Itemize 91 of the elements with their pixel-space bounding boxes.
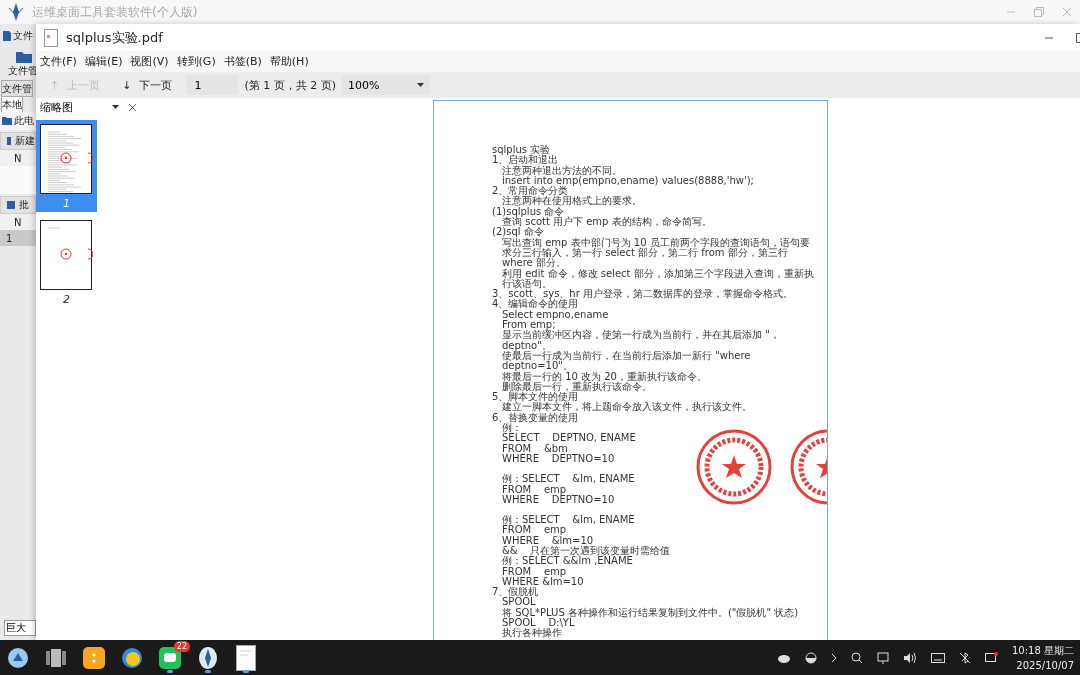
caret-icon[interactable]	[112, 105, 119, 109]
text-line: 6、替换变量的使用	[492, 412, 580, 423]
text-line: 建立一脚本文件，将上题命令放入该文件，执行该文件。	[501, 402, 753, 413]
text-line: 5、脚本文件的使用	[492, 392, 579, 403]
clock-time: 10:18 星期二	[1012, 644, 1074, 658]
zoom-select[interactable]: 100%	[342, 75, 430, 95]
text-line: 将最后一行的 10 改为 20，重新执行该命令。	[501, 371, 708, 382]
text-line: 执行各种操作	[501, 628, 563, 639]
panel-title: 缩略图	[40, 100, 73, 114]
window-title: 运维桌面工具套装软件(个人版)	[32, 3, 198, 21]
panel-title: 新建	[15, 134, 35, 148]
next-page-button[interactable]: ↓ 下一页	[114, 75, 181, 95]
volume-icon[interactable]	[903, 651, 917, 664]
panel-title: 批	[19, 198, 29, 212]
text-line: 1、启动和退出	[492, 155, 559, 166]
text-line: 4、编辑命令的使用	[492, 299, 580, 310]
folder-icon	[2, 117, 12, 125]
text-line: 写出查询 emp 表中部门号为 10 员工前两个字段的查询语句，语句要求分三行输入，第一行 select 部分，第二行 from 部分，第三行 where 部分。	[502, 237, 810, 269]
text-line: 利用 edit 命令，修改 select 部分，添加第三个字段进入查询，重新执行该语句。	[501, 268, 815, 290]
table-cell: 1	[6, 232, 13, 244]
menu-item[interactable]: 文件(F)	[40, 54, 77, 69]
keyboard-icon[interactable]	[931, 652, 945, 663]
text-line: sqlplus 实验	[492, 145, 551, 155]
toolbar-label[interactable]: 文件管	[8, 63, 38, 78]
text-line: FROM emp	[501, 525, 567, 536]
app-logo-icon	[8, 3, 24, 21]
text-line: SPOOL D:\YL	[501, 618, 575, 629]
text-line: 显示当前缓冲区内容，使第一行成为当前行，并在其后添加 "，deptno"。	[501, 330, 781, 351]
network-icon[interactable]	[877, 651, 889, 664]
text-line: 使最后一行成为当前行，在当前行后添加一新行 "where deptno=10"。	[501, 350, 752, 372]
text-line: FROM emp	[501, 484, 567, 495]
text-line: 例：SELECT &lm, ENAME	[501, 515, 636, 526]
notification-badge: 22	[173, 640, 190, 652]
chevron-icon[interactable]	[831, 652, 837, 663]
size-select[interactable]: 巨大	[4, 620, 36, 636]
document-icon[interactable]	[236, 644, 256, 671]
text-line: WHERE DEPTNO=10	[501, 453, 616, 465]
text-line: WHERE &lm=10	[501, 535, 595, 546]
text-line: 例：SELECT &lm, ENAME	[501, 474, 636, 485]
clock-date: 2025/10/07	[1016, 660, 1074, 671]
text-line: (2)sql 命令	[492, 227, 545, 238]
pdf-file-icon	[44, 28, 58, 47]
text-line: 3、scott、sys、hr 用户登录，第二数据库的登录，掌握命令格式。	[492, 289, 794, 300]
text-line: FROM emp	[501, 566, 567, 577]
launcher-icon[interactable]	[7, 646, 29, 669]
page-count-label: (第 1 页，共 2 页)	[244, 77, 336, 93]
menu-item[interactable]: 编辑(E)	[84, 54, 123, 69]
toolkit-app-icon[interactable]	[197, 645, 219, 670]
document-icon	[3, 31, 11, 41]
search-icon[interactable]	[851, 651, 863, 664]
window-title: sqlplus实验.pdf	[66, 28, 163, 47]
close-icon[interactable]	[129, 103, 136, 111]
cloud-icon[interactable]	[777, 652, 791, 663]
text-line: 注意两种退出方法的不同。	[501, 165, 622, 176]
text-line: SELECT DEPTNO, ENAME	[501, 433, 637, 444]
text-line: WHERE DEPTNO=10	[501, 494, 616, 506]
thumbnail-item[interactable]: 2	[36, 216, 97, 308]
text-line: FROM &bm	[501, 443, 569, 454]
menu-item[interactable]: 文件	[13, 29, 33, 43]
bluetooth-off-icon[interactable]	[959, 651, 971, 664]
text-line: WHERE &lm=10	[501, 576, 585, 587]
menu-item[interactable]: 帮助(H)	[269, 54, 309, 69]
text-line: 7、假脱机	[492, 587, 540, 598]
text-line: 查询 scott 用户下 emp 表的结构，命令简写。	[502, 217, 713, 228]
half-circle-icon[interactable]	[805, 651, 817, 664]
menu-item[interactable]: 书签(B)	[223, 54, 262, 69]
text-line: 例：SELECT &&lm ,ENAME	[501, 556, 633, 567]
folder-icon[interactable]	[16, 50, 32, 63]
browser-icon[interactable]	[121, 646, 143, 669]
menu-item[interactable]: 视图(V)	[130, 54, 169, 69]
column-header: N	[14, 152, 22, 164]
panel-icon	[7, 201, 15, 209]
menu-item[interactable]: 转到(G)	[176, 54, 216, 69]
page-number-field[interactable]: 1	[186, 75, 239, 95]
notification-icon[interactable]	[985, 651, 998, 664]
multitask-icon[interactable]	[45, 647, 67, 668]
page-thumbnail[interactable]	[40, 220, 93, 291]
text-line: && 只在第一次遇到该变量时需给值	[501, 546, 672, 557]
text-line: (1)sqlplus 命令	[492, 206, 565, 217]
text-line: 例：	[501, 423, 522, 434]
text-line: insert into emp(empno,ename) values(8888,'hw');	[501, 175, 755, 186]
text-line: Select empno,ename	[501, 309, 610, 320]
page-thumbnail[interactable]	[40, 124, 93, 195]
text-line: 注意两种在使用格式上的要求。	[502, 196, 643, 207]
text-line: SPOOL	[502, 597, 537, 608]
text-line: 将 SQL*PLUS 各种操作和运行结果复制到文件中。("假脱机" 状态)	[501, 607, 800, 619]
column-header: N	[14, 216, 22, 228]
caret-icon	[417, 83, 424, 87]
notes-app-icon[interactable]	[83, 646, 105, 669]
text-line: From emp;	[501, 320, 556, 331]
panel-icon	[7, 137, 11, 145]
